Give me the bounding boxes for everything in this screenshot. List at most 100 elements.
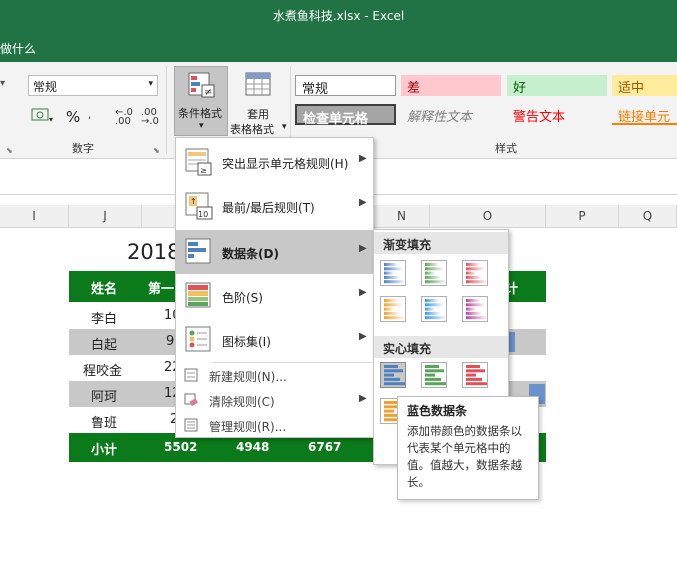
data-bar-style-button[interactable]: [421, 296, 447, 322]
format-as-table-icon: [245, 72, 271, 96]
chevron-right-icon: ▶: [359, 393, 367, 404]
style-linked-cell[interactable]: 链接单元: [612, 104, 677, 125]
menu-item-label: 清除规则(C): [209, 395, 275, 409]
chevron-right-icon: ▶: [359, 287, 367, 298]
data-bar-style-button[interactable]: [380, 260, 406, 286]
chevron-down-icon: ▾: [199, 121, 204, 131]
style-neutral[interactable]: 适中: [612, 75, 677, 96]
column-header-i[interactable]: I: [0, 205, 69, 228]
dialog-launcher-icon[interactable]: ⬊: [153, 146, 160, 155]
cell-value: 9: [166, 334, 175, 349]
format-as-table-label-1: 套用: [247, 108, 269, 121]
number-format-combo[interactable]: 常规 ▾: [28, 75, 158, 96]
menu-item-top-bottom-rules[interactable]: ↑ 10 最前/最后规则(T) ▶: [176, 184, 373, 228]
menu-item-label: 图标集(I): [222, 335, 271, 349]
svg-text:↑: ↑: [190, 197, 197, 206]
svg-text:≠: ≠: [204, 87, 212, 98]
menu-item-label: 色阶(S): [222, 291, 263, 305]
gradient-fill-gallery: [380, 260, 504, 330]
data-bar-style-button[interactable]: [462, 260, 488, 286]
format-as-table-button[interactable]: 套用 表格格式 ▾: [230, 66, 288, 136]
conditional-formatting-menu: ≥ 突出显示单元格规则(H) ▶ ↑ 10 最前/最后规则(T) ▶ 数据条(D…: [175, 137, 374, 438]
cell-name: 阿珂: [91, 390, 118, 405]
highlight-rules-icon: ≥: [185, 148, 212, 176]
top-bottom-rules-icon: ↑ 10: [185, 192, 213, 220]
solid-fill-header: 实心填充: [374, 336, 508, 358]
color-scales-icon: [185, 282, 211, 308]
chevron-down-icon[interactable]: ▾: [148, 79, 153, 89]
data-bar-style-button[interactable]: [380, 362, 406, 388]
top-bottom-badge: 10: [198, 210, 208, 219]
column-header-j[interactable]: J: [69, 205, 142, 228]
sheet-title: 2018: [127, 240, 181, 264]
column-header-n[interactable]: N: [374, 205, 430, 228]
conditional-formatting-button[interactable]: ≠ 条件格式 ▾: [174, 66, 228, 136]
format-as-table-label-2: 表格格式: [230, 123, 274, 136]
chevron-right-icon: ▶: [359, 153, 367, 164]
subtotal-value: 4948: [236, 440, 270, 454]
dialog-launcher-icon[interactable]: ⬊: [6, 146, 13, 155]
accounting-format-icon[interactable]: ▾: [30, 106, 56, 124]
data-bar-style-button[interactable]: [462, 362, 488, 388]
menu-item-label: 数据条(D): [222, 247, 279, 261]
tooltip: 蓝色数据条 添加带颜色的数据条以代表某个单元格中的值。值越大，数据条越长。: [397, 396, 539, 500]
conditional-formatting-icon: ≠: [188, 72, 215, 98]
menu-item-label: 新建规则(N)...: [209, 370, 287, 384]
menu-item-clear-rules[interactable]: 清除规则(C) ▶: [176, 388, 373, 413]
data-bar-style-button[interactable]: [421, 362, 447, 388]
style-good[interactable]: 好: [507, 75, 607, 96]
new-rule-icon: [184, 368, 198, 382]
menu-item-data-bars[interactable]: 数据条(D) ▶: [176, 230, 373, 274]
menu-item-icon-sets[interactable]: 图标集(I) ▶: [176, 318, 373, 362]
column-header-p[interactable]: P: [546, 205, 619, 228]
svg-text:▾: ▾: [49, 115, 53, 124]
cell-name: 李白: [91, 312, 118, 327]
comma-style-icon[interactable]: ,: [88, 110, 91, 121]
cell-name: 鲁班: [91, 416, 118, 431]
styles-group-label: 样式: [495, 142, 517, 155]
menu-item-manage-rules[interactable]: 管理规则(R)...: [176, 413, 373, 438]
tell-me-text[interactable]: 做什么: [0, 40, 36, 57]
partial-arrow-icon: ▾: [0, 78, 6, 89]
data-bars-icon: [185, 238, 211, 264]
manage-rules-icon: [184, 418, 198, 432]
data-bar-style-button[interactable]: [421, 260, 447, 286]
column-header-o[interactable]: O: [430, 205, 546, 228]
menu-item-highlight-rules[interactable]: ≥ 突出显示单元格规则(H) ▶: [176, 140, 373, 184]
style-bad[interactable]: 差: [401, 75, 501, 96]
title-bar: 水煮鱼科技.xlsx - Excel: [0, 0, 677, 31]
menu-item-label: 突出显示单元格规则(H): [222, 157, 349, 171]
column-header-q[interactable]: Q: [619, 205, 677, 228]
data-bar-style-button[interactable]: [380, 296, 406, 322]
data-bar-style-button[interactable]: [462, 296, 488, 322]
style-normal[interactable]: 常规: [295, 75, 396, 97]
style-check-cell[interactable]: 检查单元格: [295, 104, 396, 127]
cell-name: 白起: [91, 338, 118, 353]
header-name: 姓名: [91, 282, 118, 297]
menu-item-label: 管理规则(R)...: [209, 420, 287, 434]
header-first: 第一: [148, 282, 175, 297]
subtotal-label: 小计: [91, 443, 118, 458]
menu-item-color-scales[interactable]: 色阶(S) ▶: [176, 274, 373, 318]
column-header-k[interactable]: [142, 205, 176, 228]
increase-decimal-icon[interactable]: ←.0.00: [115, 108, 133, 127]
style-explanatory[interactable]: 解释性文本: [401, 104, 501, 125]
tell-me-bar: 做什么: [0, 31, 677, 62]
menu-item-label: 最前/最后规则(T): [222, 201, 315, 215]
menu-item-new-rule[interactable]: 新建规则(N)...: [176, 363, 373, 388]
chevron-right-icon: ▶: [359, 197, 367, 208]
svg-text:≥: ≥: [200, 166, 207, 175]
group-divider: [166, 66, 167, 154]
clear-rules-icon: [184, 393, 198, 407]
decrease-decimal-icon[interactable]: .00 →.0: [141, 108, 159, 127]
percent-button[interactable]: %: [66, 108, 80, 126]
chevron-down-icon: ▾: [282, 122, 287, 132]
chevron-right-icon: ▶: [359, 331, 367, 342]
subtotal-value: 6767: [308, 440, 342, 454]
number-group-label: 数字: [72, 142, 94, 155]
style-warning[interactable]: 警告文本: [507, 104, 607, 125]
conditional-formatting-label: 条件格式: [178, 107, 222, 120]
icon-sets-icon: [185, 326, 211, 352]
tooltip-body: 添加带颜色的数据条以代表某个单元格中的值。值越大，数据条越长。: [407, 424, 522, 489]
chevron-right-icon: ▶: [359, 243, 367, 254]
